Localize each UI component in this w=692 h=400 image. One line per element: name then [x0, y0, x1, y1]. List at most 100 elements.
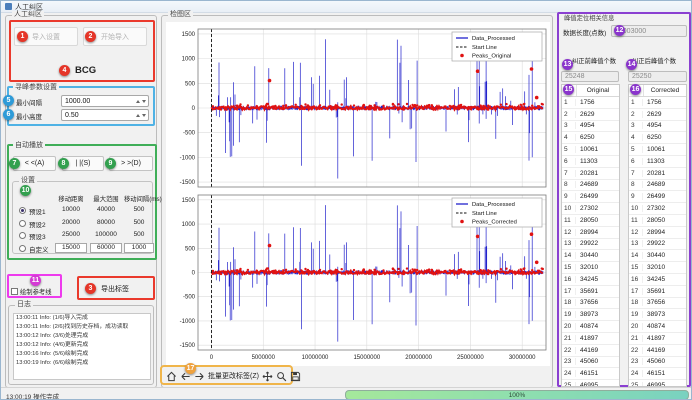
table-row[interactable]: 2040874 [562, 321, 619, 333]
save-icon[interactable] [290, 370, 301, 383]
autoplay-settings-group: 设置 10 移动距离最大范围移动间隔(ms) 预设11000040000500预… [12, 181, 153, 254]
table-row[interactable]: 1532010 [629, 262, 686, 274]
svg-text:-1000: -1000 [180, 155, 196, 161]
table-row[interactable]: 2040874 [629, 321, 686, 333]
batch-edit-labels-button[interactable]: 批量更改标签(Z) [208, 371, 259, 381]
preset-label[interactable]: 预设2 [29, 219, 46, 229]
table-row[interactable]: 1329922 [629, 239, 686, 251]
table-row[interactable]: 2345060 [629, 357, 686, 369]
table-row[interactable]: 2446151 [562, 368, 619, 380]
table-row[interactable]: 46250 [562, 132, 619, 144]
forward-arrow-icon[interactable] [194, 370, 205, 383]
table-row[interactable]: 1128050 [562, 215, 619, 227]
log-entry: 13:00:11 Info: (2/6)找到历史存档，成功读取 [14, 323, 150, 332]
table-row[interactable]: 510061 [562, 144, 619, 156]
annotation-mark-14: 14 [626, 59, 637, 70]
home-icon[interactable] [166, 370, 177, 383]
min-height-spinbox[interactable]: 0.50 [61, 109, 149, 121]
table-row[interactable]: 1228994 [562, 227, 619, 239]
table-row[interactable]: 1735691 [562, 286, 619, 298]
svg-text:30000000: 30000000 [509, 355, 536, 361]
checkbox-icon[interactable] [11, 288, 18, 295]
svg-text:Start Line: Start Line [472, 45, 497, 51]
table-row[interactable]: 2141897 [562, 333, 619, 345]
table-row[interactable]: 1837656 [629, 298, 686, 310]
table-row[interactable]: 824689 [629, 180, 686, 192]
table-row[interactable]: 46250 [629, 132, 686, 144]
table-row[interactable]: 2546995 [629, 380, 686, 387]
table-row[interactable]: 720281 [629, 168, 686, 180]
preset-header: 移动间隔(ms) [124, 194, 154, 203]
chart-corrected-peaks[interactable]: 150010005000-500-1000-150005000000100000… [166, 190, 550, 366]
table-row[interactable]: 11756 [629, 97, 686, 109]
autoplay-back-label: < <(A) [25, 160, 44, 167]
svg-text:Peaks_Corrected: Peaks_Corrected [472, 220, 517, 226]
export-labels-button[interactable]: 导出标签 [101, 284, 129, 294]
table-row[interactable]: 1329922 [562, 239, 619, 251]
preset-custom-input[interactable]: 15000 [55, 243, 87, 253]
spinbox-arrows-icon[interactable] [136, 100, 148, 103]
table-row[interactable]: 22629 [562, 109, 619, 121]
table-row[interactable]: 1128050 [629, 215, 686, 227]
before-count-field[interactable]: 25248 [561, 71, 619, 82]
table-row[interactable]: 2345060 [562, 357, 619, 369]
table-row[interactable]: 2244169 [629, 345, 686, 357]
preset-value: 20000 [55, 219, 87, 226]
preset-custom-input[interactable]: 60000 [90, 243, 122, 253]
preset-radio[interactable] [19, 245, 26, 252]
svg-text:1500: 1500 [182, 198, 196, 204]
table-row[interactable]: 510061 [629, 144, 686, 156]
preset-label[interactable]: 预设1 [29, 206, 46, 216]
corrected-peaks-table[interactable]: Corrected1175622629349544625051006161130… [628, 84, 687, 387]
table-row[interactable]: 1837656 [562, 298, 619, 310]
log-entry: 13:00:12 Info: (4/6)更新完成 [14, 341, 150, 350]
annotation-mark-3: 3 [85, 283, 96, 294]
table-row[interactable]: 1430440 [562, 250, 619, 262]
table-row[interactable]: 720281 [562, 168, 619, 180]
preset-custom-input[interactable]: 1000 [124, 243, 154, 253]
preset-label[interactable]: 预设3 [29, 231, 46, 241]
table-row[interactable]: 1634245 [629, 274, 686, 286]
pan-icon[interactable] [262, 370, 273, 383]
table-row[interactable]: 1430440 [629, 250, 686, 262]
table-row[interactable]: 611303 [629, 156, 686, 168]
reference-line-checkbox[interactable]: 绘制参考线 [11, 287, 51, 296]
annotation-mark-16: 16 [630, 84, 641, 95]
table-row[interactable]: 34954 [562, 121, 619, 133]
table-row[interactable]: 11756 [562, 97, 619, 109]
annotation-mark-5: 5 [3, 95, 14, 106]
table-row[interactable]: 34954 [629, 121, 686, 133]
table-row[interactable]: 1027302 [562, 203, 619, 215]
min-interval-spinbox[interactable]: 1000.00 [61, 95, 149, 107]
after-count-field[interactable]: 25250 [628, 71, 687, 82]
preset-label[interactable]: 自定义 [29, 244, 49, 254]
preset-radio[interactable] [19, 207, 26, 214]
table-row[interactable]: 2244169 [562, 345, 619, 357]
table-row[interactable]: 1027302 [629, 203, 686, 215]
annotation-mark-10: 10 [20, 185, 31, 196]
chart-original-peaks[interactable]: 150010005000-500-1000-1500Data_Processed… [166, 22, 550, 190]
table-row[interactable]: 926499 [562, 191, 619, 203]
table-row[interactable]: 2446151 [629, 368, 686, 380]
original-peaks-table[interactable]: Original11756226293495446250510061611303… [561, 84, 620, 387]
spinbox-arrows-icon[interactable] [136, 114, 148, 117]
table-row[interactable]: 1938973 [629, 309, 686, 321]
table-row[interactable]: 1532010 [562, 262, 619, 274]
table-row[interactable]: 1228994 [629, 227, 686, 239]
log-area[interactable]: 13:00:11 Info: (1/6)导入完成13:00:11 Info: (… [13, 313, 151, 380]
import-settings-label: 导入设置 [32, 32, 60, 42]
table-row[interactable]: 1735691 [629, 286, 686, 298]
table-row[interactable]: 926499 [629, 191, 686, 203]
preset-radio[interactable] [19, 232, 26, 239]
annotation-mark-11: 11 [30, 275, 41, 286]
table-row[interactable]: 2141897 [629, 333, 686, 345]
table-row[interactable]: 1634245 [562, 274, 619, 286]
figure-canvas[interactable]: 150010005000-500-1000-1500Data_Processed… [166, 22, 550, 366]
preset-radio[interactable] [19, 220, 26, 227]
zoom-icon[interactable] [276, 370, 287, 383]
table-row[interactable]: 824689 [562, 180, 619, 192]
table-row[interactable]: 2546995 [562, 380, 619, 387]
table-row[interactable]: 611303 [562, 156, 619, 168]
table-row[interactable]: 22629 [629, 109, 686, 121]
table-row[interactable]: 1938973 [562, 309, 619, 321]
